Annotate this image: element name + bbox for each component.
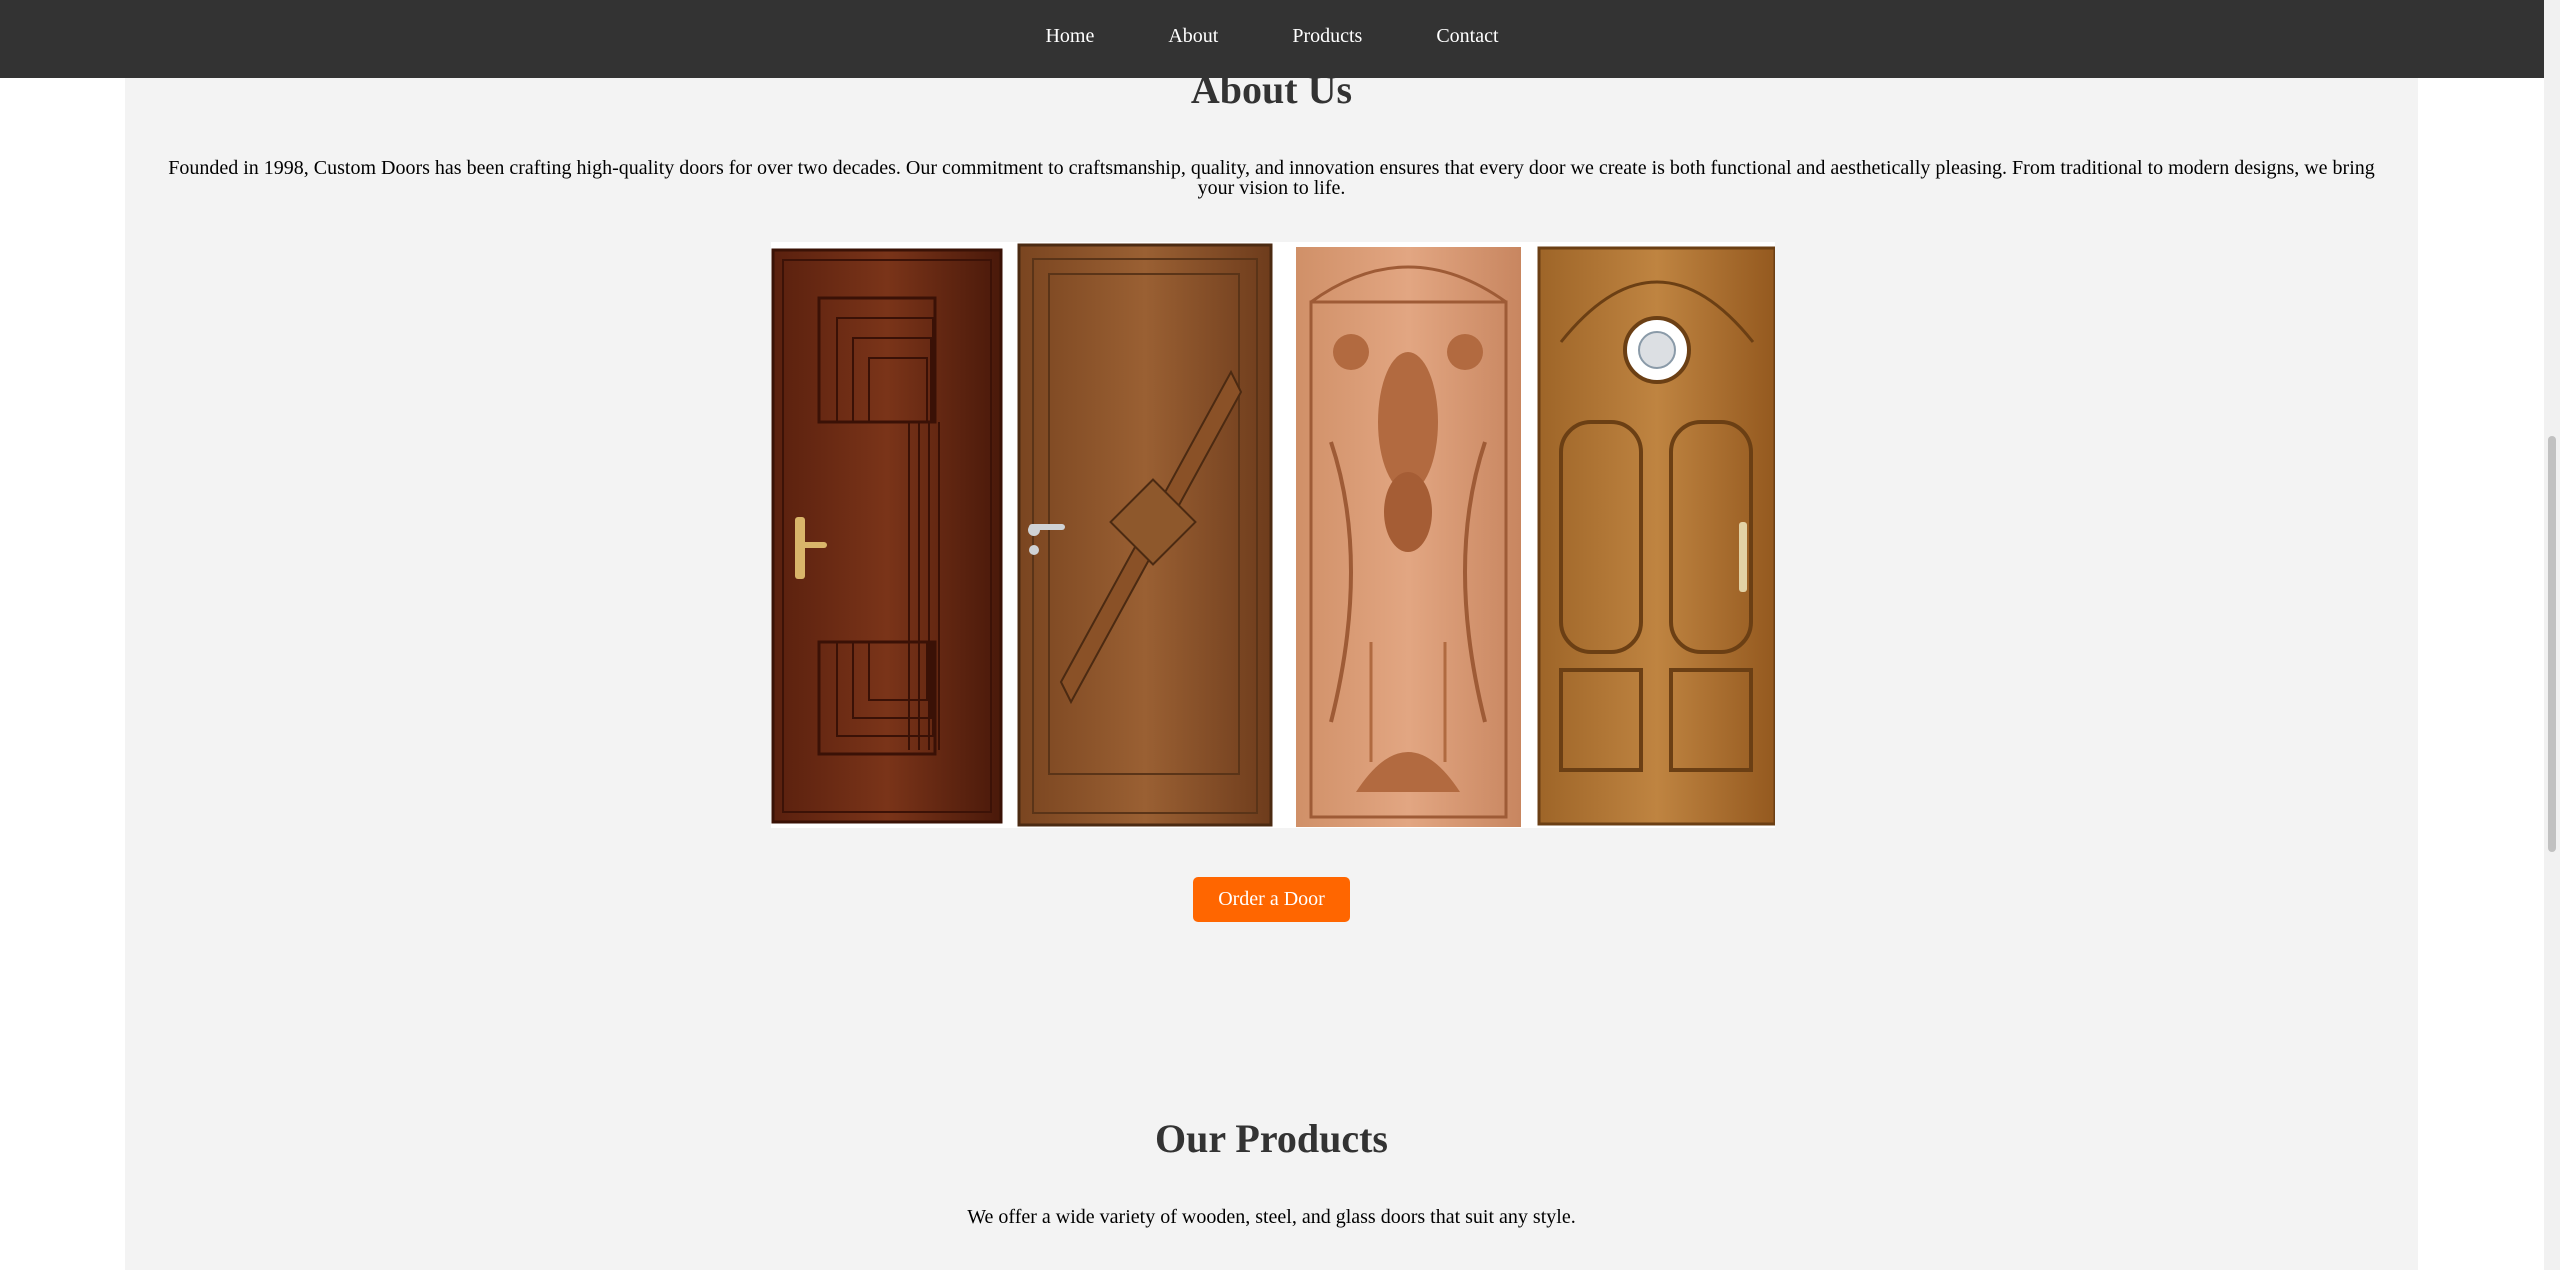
nav-home-link[interactable]: Home [1045,25,1094,54]
vertical-scrollbar[interactable] [2544,0,2560,1270]
door-4-panelled [1537,246,1777,826]
nav-contact-link[interactable]: Contact [1436,25,1498,54]
main-content: About Us Founded in 1998, Custom Doors h… [125,0,2418,1270]
products-title: Our Products [1155,1116,1388,1161]
products-description: We offer a wide variety of wooden, steel… [967,1206,1576,1228]
about-description: Founded in 1998, Custom Doors has been c… [168,157,2375,199]
door-2-diagonal [1017,243,1273,827]
nav-about-link[interactable]: About [1168,25,1218,54]
order-door-button[interactable]: Order a Door [1193,877,1350,922]
door-3-carved [1296,247,1521,827]
top-navbar: Home About Products Contact [0,0,2544,78]
nav-products-link[interactable]: Products [1292,25,1362,54]
scrollbar-thumb[interactable] [2548,436,2556,852]
door-1-grooved [771,248,1003,824]
doors-image [771,242,1777,828]
